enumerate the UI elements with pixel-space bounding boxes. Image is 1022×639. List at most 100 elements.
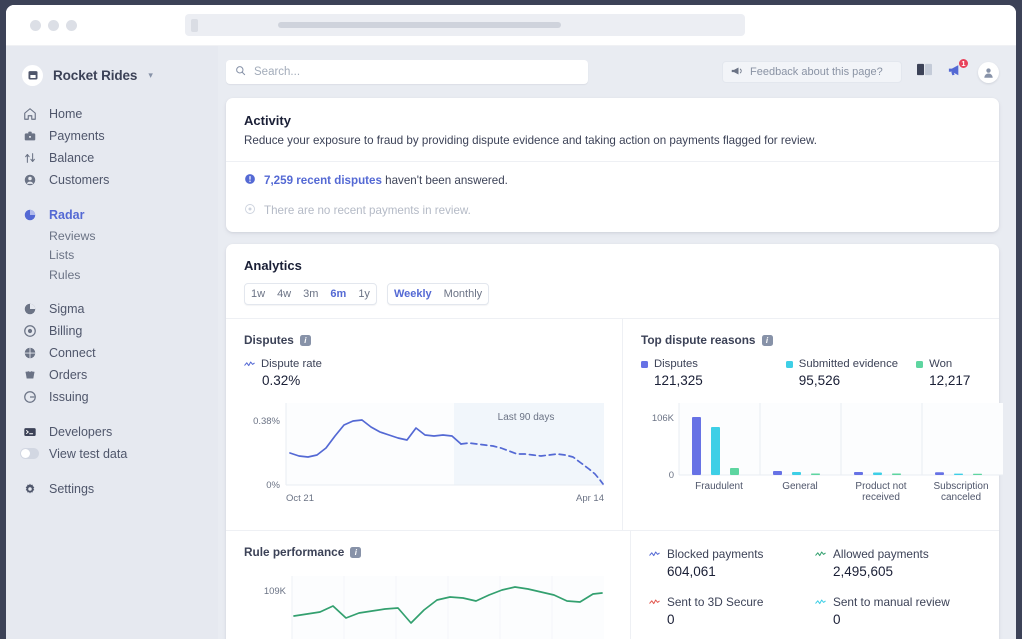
radar-icon (22, 208, 37, 223)
info-icon[interactable]: i (350, 547, 361, 558)
chevron-down-icon: ▾ (148, 70, 153, 81)
pie-chart-icon (22, 301, 37, 316)
nav-group-settings: Settings (6, 478, 218, 500)
sidebar-item-view-test-data[interactable]: View test data (6, 443, 218, 465)
info-icon[interactable]: i (762, 335, 773, 346)
sidebar-item-reviews[interactable]: Reviews (6, 226, 218, 246)
tab-monthly[interactable]: Monthly (438, 284, 489, 304)
tab-6m[interactable]: 6m (324, 284, 352, 304)
tab-3m[interactable]: 3m (297, 284, 324, 304)
rule-performance-chart[interactable]: 109K (244, 570, 612, 639)
analytics-panels-bottom: Rule performance i (226, 530, 999, 639)
dispute-reasons-panel: Top dispute reasons i Disputes 121,325 S… (623, 319, 1016, 530)
tab-1w[interactable]: 1w (245, 284, 271, 304)
sidebar-item-label: Issuing (49, 390, 89, 404)
target-icon (22, 323, 37, 338)
sparkline-icon (815, 550, 826, 558)
search-bar[interactable] (226, 60, 588, 84)
cart-icon (22, 367, 37, 382)
person-circle-icon (22, 173, 37, 188)
y-tick-top: 106K (652, 413, 675, 424)
legend-value: 12,217 (929, 373, 970, 388)
tab-1y[interactable]: 1y (352, 284, 376, 304)
terminal-icon (22, 424, 37, 439)
sidebar-item-lists[interactable]: Lists (6, 246, 218, 266)
activity-row-reviews: There are no recent payments in review. (226, 199, 999, 232)
sidebar-item-label: Billing (49, 324, 82, 338)
metric-label: Sent to 3D Secure (667, 595, 763, 609)
sidebar-subitem-label: Lists (49, 248, 74, 262)
recent-disputes-link[interactable]: 7,259 recent disputes (264, 174, 382, 187)
feedback-label: Feedback about this page? (750, 66, 883, 78)
rule-metrics-grid: Blocked payments 604,061 Allowed payment… (631, 531, 999, 639)
arrows-updown-icon (22, 151, 37, 166)
avatar[interactable] (978, 62, 999, 83)
dispute-reasons-title: Top dispute reasons i (641, 333, 1003, 347)
category-label: General (782, 481, 818, 492)
y-tick-top: 0.38% (253, 416, 280, 427)
sidebar-item-label: Sigma (49, 302, 84, 316)
megaphone-icon (731, 63, 743, 81)
sidebar-item-billing[interactable]: Billing (6, 320, 218, 342)
maximize-window-dot[interactable] (66, 20, 77, 31)
sidebar-item-label: Radar (49, 208, 84, 222)
sidebar-item-radar[interactable]: Radar (6, 204, 218, 226)
exclamation-circle-icon (244, 173, 256, 188)
legend-label: Submitted evidence (799, 358, 898, 370)
sidebar-item-label: Settings (49, 482, 94, 496)
sidebar-item-connect[interactable]: Connect (6, 342, 218, 364)
dispute-reasons-title-text: Top dispute reasons (641, 333, 756, 347)
sidebar-item-sigma[interactable]: Sigma (6, 298, 218, 320)
address-bar[interactable] (185, 14, 745, 36)
dispute-rate-chart[interactable]: 0.38% 0% Oct 21 Apr 14 Last 90 days (244, 399, 604, 514)
browser-chrome (6, 5, 1016, 46)
sidebar-item-settings[interactable]: Settings (6, 478, 218, 500)
metric-value: 2,495,605 (833, 564, 981, 579)
window-controls[interactable] (30, 20, 77, 31)
activity-row-disputes[interactable]: 7,259 recent disputes haven't been answe… (226, 162, 999, 199)
desktop-backdrop: Rocket Rides ▾ Home Payments (0, 0, 1022, 639)
minimize-window-dot[interactable] (48, 20, 59, 31)
dispute-rate-legend: Dispute rate 0.32% (244, 358, 604, 388)
calendar-icon (22, 65, 43, 86)
account-switcher[interactable]: Rocket Rides ▾ (6, 61, 218, 89)
close-window-dot[interactable] (30, 20, 41, 31)
nav-group-radar: Radar Reviews Lists Rules (6, 204, 218, 285)
sidebar-item-orders[interactable]: Orders (6, 364, 218, 386)
docs-button[interactable] (916, 62, 933, 82)
y-tick-bottom: 0 (669, 470, 674, 481)
sidebar: Rocket Rides ▾ Home Payments (6, 46, 218, 639)
sidebar-item-payments[interactable]: Payments (6, 125, 218, 147)
metric-label: Allowed payments (833, 547, 929, 561)
feedback-button[interactable]: Feedback about this page? (722, 61, 902, 83)
notifications-button[interactable]: 1 (947, 62, 964, 83)
sidebar-item-label: Developers (49, 425, 112, 439)
category-label-line2: received (862, 492, 900, 503)
sidebar-item-balance[interactable]: Balance (6, 147, 218, 169)
dispute-reasons-chart[interactable]: 106K 0 (641, 399, 1003, 512)
legend-swatch-disputes (641, 361, 648, 368)
tab-4w[interactable]: 4w (271, 284, 297, 304)
legend-label: Won (929, 358, 952, 370)
legend-disputes: Disputes 121,325 (641, 358, 786, 388)
legend-label: Disputes (654, 358, 698, 370)
sidebar-item-home[interactable]: Home (6, 103, 218, 125)
activity-header: Activity Reduce your exposure to fraud b… (226, 98, 999, 162)
legend-value: 121,325 (654, 373, 786, 388)
sidebar-item-issuing[interactable]: Issuing (6, 386, 218, 408)
sidebar-item-developers[interactable]: Developers (6, 421, 218, 443)
disputes-title-text: Disputes (244, 333, 294, 347)
tab-weekly[interactable]: Weekly (388, 284, 438, 304)
activity-subtitle: Reduce your exposure to fraud by providi… (244, 134, 981, 147)
legend-value: 95,526 (799, 373, 916, 388)
category-label: Fraudulent (695, 481, 743, 492)
sidebar-item-rules[interactable]: Rules (6, 265, 218, 285)
sidebar-item-label: Balance (49, 151, 94, 165)
nav-group-developers: Developers View test data (6, 421, 218, 465)
top-bar: Feedback about this page? 1 (226, 46, 999, 98)
search-input[interactable] (254, 66, 579, 78)
legend-submitted-evidence: Submitted evidence 95,526 (786, 358, 916, 388)
info-icon[interactable]: i (300, 335, 311, 346)
sidebar-item-customers[interactable]: Customers (6, 169, 218, 191)
range-tabs: 1w 4w 3m 6m 1y (244, 283, 377, 305)
